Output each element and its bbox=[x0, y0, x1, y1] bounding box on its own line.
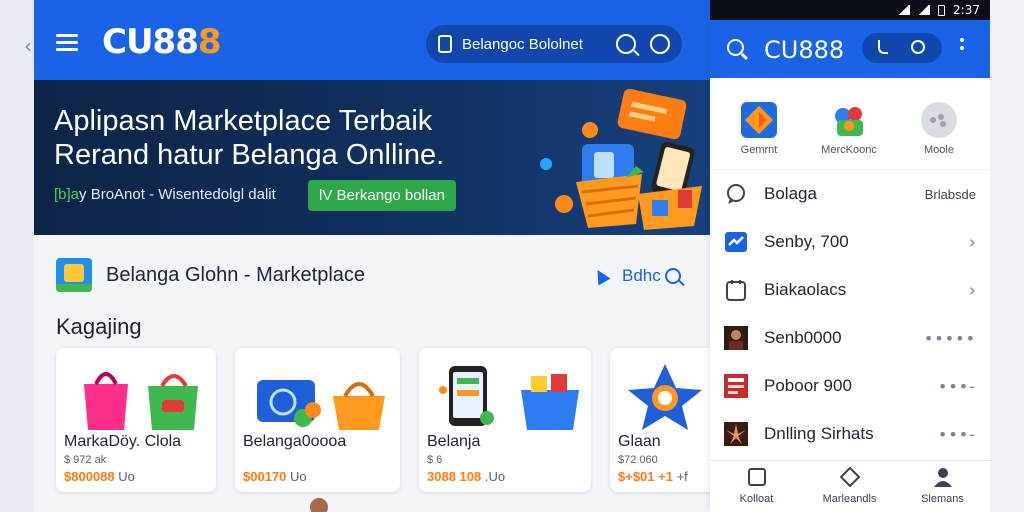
status-time: 2:37 bbox=[953, 3, 980, 17]
mobile-categories: Gemrnt MercKoonc Moole bbox=[710, 78, 990, 170]
account-icon[interactable] bbox=[650, 34, 670, 54]
tag-diamond-icon bbox=[839, 466, 860, 488]
wallet-basket-icon bbox=[257, 380, 385, 430]
avatar bbox=[310, 498, 328, 512]
mobile-header: CU888 bbox=[710, 20, 990, 78]
product-card[interactable]: MarkaDöy. Clola $ 972 ak $800088 Uo bbox=[56, 348, 216, 492]
hamburger-menu-icon[interactable] bbox=[56, 34, 78, 51]
status-bar: 2:37 bbox=[710, 0, 990, 20]
search-icon bbox=[664, 268, 681, 284]
star-tile-icon bbox=[741, 102, 777, 138]
hero-title: Aplipasn Marketplace Terbaik Rerand hatu… bbox=[54, 105, 445, 171]
search-text: Belangoc Bololnet bbox=[462, 35, 583, 53]
list-item[interactable]: Dnlling Sirhats •••- bbox=[710, 410, 990, 458]
link-icon[interactable] bbox=[878, 40, 888, 54]
book-thumb-icon bbox=[724, 374, 748, 398]
tab-marketplace[interactable]: Marleandls bbox=[803, 466, 896, 505]
pointer-icon bbox=[591, 266, 611, 286]
list-item[interactable]: Bolaga Brlabsde bbox=[710, 170, 990, 218]
hero-cta-button[interactable]: lV Berkango bollan bbox=[308, 180, 456, 211]
phone-basket-icon bbox=[439, 366, 579, 430]
bottom-tab-bar: Kolloat Marleandls Slemans bbox=[710, 460, 990, 512]
hero-banner: Aplipasn Marketplace Terbaik Rerand hatu… bbox=[34, 80, 710, 235]
hero-subtitle: [b]ay BroAnot - Wisentedolgl dalit bbox=[54, 186, 276, 203]
mobile-logo[interactable]: CU888 bbox=[764, 36, 844, 64]
shopping-basket-illustration-icon bbox=[540, 88, 702, 230]
more-vertical-icon[interactable] bbox=[960, 38, 964, 54]
calendar-icon bbox=[724, 278, 748, 302]
top-navbar: CU888 Belangoc Bololnet bbox=[34, 0, 710, 80]
star-badge-icon bbox=[628, 364, 702, 430]
chart-box-icon bbox=[724, 230, 748, 254]
product-card[interactable]: Glaan $72 060 $+$01 +1 +f bbox=[610, 348, 710, 492]
product-cards: MarkaDöy. Clola $ 972 ak $800088 Uo Bela… bbox=[56, 348, 710, 492]
profile-circle-icon bbox=[921, 102, 957, 138]
shopping-bags-icon bbox=[84, 372, 198, 430]
search-icon[interactable] bbox=[911, 40, 925, 54]
mobile-app-panel: 2:37 CU888 Gemrnt MercKoonc Moole Bolaga… bbox=[710, 0, 990, 512]
person-thumb-icon bbox=[724, 326, 748, 350]
chat-bubble-icon bbox=[724, 182, 748, 206]
document-icon bbox=[438, 35, 452, 53]
tab-profile[interactable]: Slemans bbox=[896, 467, 989, 505]
category-item[interactable]: Gemrnt bbox=[714, 102, 804, 156]
battery-icon bbox=[938, 4, 946, 16]
logo[interactable]: CU888 bbox=[102, 22, 222, 62]
list-item[interactable]: Senby, 700 › bbox=[710, 218, 990, 266]
back-chevron-icon[interactable]: ‹ bbox=[24, 34, 32, 58]
search-bar[interactable]: Belangoc Bololnet bbox=[426, 25, 682, 63]
signal-icon bbox=[898, 5, 911, 15]
product-card[interactable]: Belanga0oooa $00170 Uo bbox=[235, 348, 400, 492]
tab-home[interactable]: Kolloat bbox=[710, 467, 803, 505]
category-item[interactable]: MercKoonc bbox=[804, 102, 894, 156]
profile-icon bbox=[933, 467, 953, 487]
section-header: Belanga Glohn - Marketplace bbox=[56, 258, 365, 292]
search-icon[interactable] bbox=[616, 34, 636, 54]
shopping-tile-icon bbox=[831, 102, 867, 138]
list-item[interactable]: Biakaolacs › bbox=[710, 266, 990, 314]
film-thumb-icon bbox=[724, 422, 748, 446]
search-icon[interactable] bbox=[727, 39, 744, 56]
product-card[interactable]: Belanja $ 6 3088 108 .Uo bbox=[419, 348, 591, 492]
section-search-link[interactable]: Bdhc bbox=[591, 266, 681, 286]
desktop-page: CU888 Belangoc Bololnet Aplipasn Marketp… bbox=[34, 0, 710, 512]
categories-title: Kagajing bbox=[56, 314, 142, 339]
store-icon bbox=[56, 258, 92, 292]
header-actions bbox=[862, 33, 942, 63]
category-item[interactable]: Moole bbox=[894, 102, 984, 156]
list-item[interactable]: Poboor 900 •••- bbox=[710, 362, 990, 410]
background-gutter bbox=[990, 0, 1024, 512]
wifi-icon bbox=[918, 5, 931, 15]
list-item[interactable]: Senb0000 ••••• bbox=[710, 314, 990, 362]
home-square-icon bbox=[747, 467, 767, 487]
section-title: Belanga Glohn - Marketplace bbox=[106, 263, 366, 286]
